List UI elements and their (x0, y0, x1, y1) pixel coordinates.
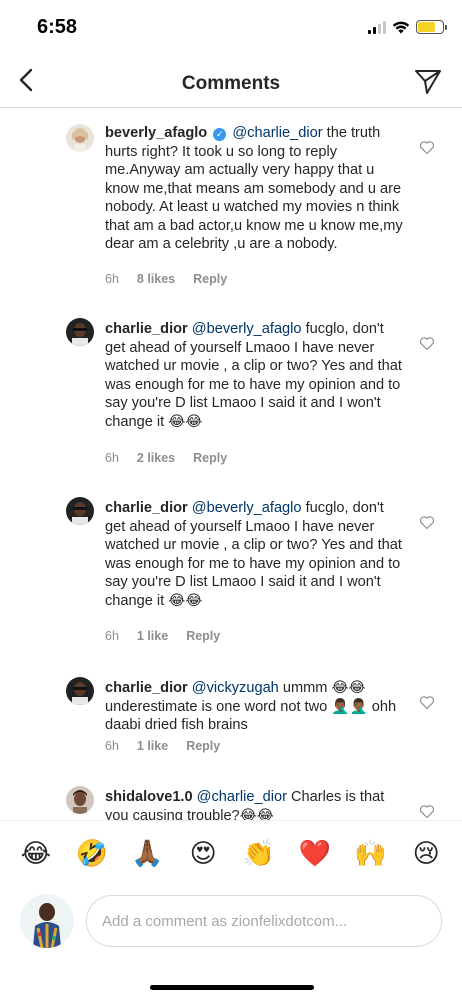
comment-meta: 6h 1 like Reply (105, 739, 220, 753)
comment-likes[interactable]: 2 likes (137, 451, 175, 465)
charlie-avatar[interactable] (66, 677, 94, 705)
heart-icon[interactable] (419, 336, 435, 351)
comment-time: 6h (105, 451, 119, 465)
comment-meta: 6h 2 likes Reply (105, 451, 227, 465)
battery-icon (416, 20, 447, 34)
comment-text: shidalove1.0 @charlie_dior Charles is th… (105, 788, 405, 820)
comment-username[interactable]: charlie_dior (105, 321, 188, 337)
direct-share-icon[interactable] (414, 67, 442, 95)
status-bar: 6:58 (0, 0, 462, 56)
comment-meta: 6h 1 like Reply (105, 629, 220, 643)
reply-button[interactable]: Reply (186, 739, 220, 753)
heart-icon[interactable] (419, 695, 435, 710)
comment-text: charlie_dior @vickyzugah ummm 😂😂 underes… (105, 679, 405, 735)
beverly-avatar[interactable] (66, 124, 94, 152)
comment-text: charlie_dior @beverly_afaglo fucglo, don… (105, 320, 405, 431)
charlie-avatar[interactable] (66, 497, 94, 525)
status-time: 6:58 (37, 16, 78, 38)
comment-mention[interactable]: @vickyzugah (192, 680, 279, 696)
emoji-quick-bar: 😂 🤣 🙏🏾 😍 👏 ❤️ 🙌 😢 (0, 820, 462, 886)
comment-input[interactable] (86, 895, 442, 947)
heart-eyes-emoji[interactable]: 😍 (186, 838, 220, 869)
charlie-avatar[interactable] (66, 318, 94, 346)
comment-username[interactable]: beverly_afaglo (105, 125, 207, 141)
reply-button[interactable]: Reply (193, 272, 227, 286)
raised-hands-emoji[interactable]: 🙌 (353, 838, 387, 869)
wifi-icon (392, 21, 410, 34)
comment-username[interactable]: charlie_dior (105, 680, 188, 696)
status-icons (368, 20, 447, 34)
comment-username[interactable]: charlie_dior (105, 500, 188, 516)
home-indicator (150, 985, 314, 990)
shida-avatar[interactable] (66, 786, 94, 814)
navigation-bar: Comments (0, 56, 462, 108)
verified-badge-icon: ✓ (213, 128, 227, 141)
comment-mention[interactable]: @beverly_afaglo (192, 321, 302, 337)
comment-likes[interactable]: 1 like (137, 739, 168, 753)
comment-list[interactable]: beverly_afaglo ✓ @charlie_dior the truth… (0, 108, 462, 820)
page-title: Comments (181, 73, 281, 94)
reply-button[interactable]: Reply (193, 451, 227, 465)
red-heart-emoji[interactable]: ❤️ (298, 838, 332, 869)
comment-mention[interactable]: @charlie_dior (232, 125, 322, 141)
comment-mention[interactable]: @beverly_afaglo (192, 500, 302, 516)
comment-likes[interactable]: 8 likes (137, 272, 175, 286)
comment-message: fucglo, don't get ahead of yourself Lmao… (105, 321, 402, 430)
praying-hands-emoji[interactable]: 🙏🏾 (130, 838, 164, 869)
tears-of-joy-emoji[interactable]: 😂 (19, 838, 53, 869)
user-avatar (20, 894, 74, 948)
cellular-signal-icon (368, 20, 386, 34)
comment-meta: 6h 8 likes Reply (105, 272, 227, 286)
heart-icon[interactable] (419, 140, 435, 155)
comment-mention[interactable]: @charlie_dior (197, 789, 287, 805)
comment-composer (0, 886, 462, 956)
comment-username[interactable]: shidalove1.0 (105, 789, 193, 805)
heart-icon[interactable] (419, 804, 435, 819)
clapping-emoji[interactable]: 👏 (242, 838, 276, 869)
heart-icon[interactable] (419, 515, 435, 530)
comment-message: the truth hurts right? It took u so long… (105, 125, 403, 252)
crying-emoji[interactable]: 😢 (409, 838, 443, 869)
comment-message: fucglo, don't get ahead of yourself Lmao… (105, 500, 402, 609)
comment-time: 6h (105, 629, 119, 643)
reply-button[interactable]: Reply (186, 629, 220, 643)
rofl-emoji[interactable]: 🤣 (75, 838, 109, 869)
comment-likes[interactable]: 1 like (137, 629, 168, 643)
comment-time: 6h (105, 739, 119, 753)
comment-text: charlie_dior @beverly_afaglo fucglo, don… (105, 499, 405, 610)
comment-time: 6h (105, 272, 119, 286)
comment-text: beverly_afaglo ✓ @charlie_dior the truth… (105, 124, 405, 254)
